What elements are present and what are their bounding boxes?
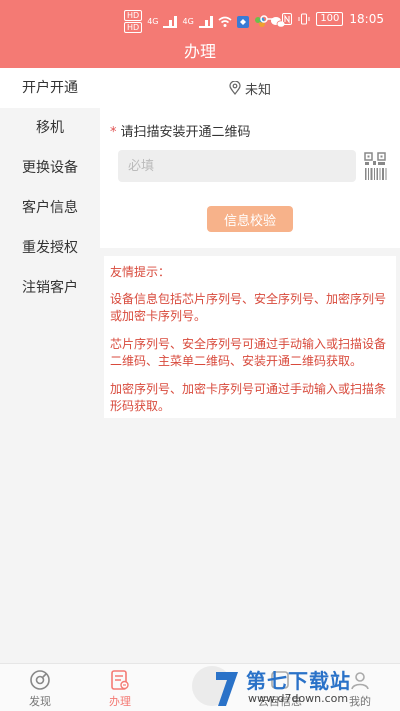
sidebar-item-customer-info[interactable]: 客户信息 [0, 188, 100, 228]
hd-badge: HD [124, 10, 143, 21]
info-icon [271, 671, 289, 689]
document-edit-icon [111, 670, 129, 690]
sidebar-item-cancel-customer[interactable]: 注销客户 [0, 268, 100, 308]
tab-cloud-info[interactable]: 云目信息 [240, 664, 320, 711]
tab-discover[interactable]: 发现 [0, 664, 80, 711]
tab-mine[interactable]: 我的 [320, 664, 400, 711]
nfc-icon [282, 13, 293, 25]
sidebar-item-relocate[interactable]: 移机 [0, 108, 100, 148]
tips-title: 友情提示： [110, 265, 171, 279]
location-text: 未知 [244, 82, 271, 98]
sidebar-item-replace-device[interactable]: 更换设备 [0, 148, 100, 188]
scan-qr-button[interactable] [364, 152, 390, 182]
key-icon [260, 15, 276, 23]
scan-form: *请扫描安装开通二维码 信息校验 [100, 108, 400, 248]
clock: 18:05 [349, 12, 384, 26]
vibrate-icon [298, 13, 310, 25]
tab-handle[interactable]: 办理 [80, 664, 160, 711]
tab-label: 办理 [109, 695, 131, 708]
qr-barcode-icon [364, 152, 387, 180]
scan-label-text: 请扫描安装开通二维码 [120, 125, 251, 140]
signal-icon [163, 15, 178, 28]
sidebar-item-resend-auth[interactable]: 重发授权 [0, 228, 100, 268]
battery-indicator: 100 [316, 12, 344, 26]
hd-badge: HD [124, 22, 143, 33]
tab-label: 我的 [349, 695, 371, 708]
main-content: 未知 * 请扫描安装开通二维码 必填 信息校验 友情提示： 设备信息包括芯片序列… [100, 68, 400, 663]
tip-line: 芯片序列号、安全序列号可通过手动输入或扫描设备二维码、主菜单二维码、安装开通二维… [110, 337, 387, 368]
sidebar: 开户开通 移机 更换设备 客户信息 重发授权 注销客户 [0, 68, 100, 663]
tip-line: 设备信息包括芯片序列号、安全序列号、加密序列号或加密卡序列号。 [110, 292, 387, 323]
status-right: 100 18:05 [260, 12, 384, 26]
location-pin-icon [229, 81, 241, 95]
sidebar-item-open-account[interactable]: 开户开通 [0, 68, 100, 108]
tab-label: 发现 [29, 695, 51, 708]
wifi-icon [218, 16, 232, 27]
tips-panel: 友情提示： 设备信息包括芯片序列号、安全序列号、加密序列号或加密卡序列号。 芯片… [104, 256, 396, 418]
tip-line: 加密序列号、加密卡序列号可通过手动输入或扫描条形码获取。 [110, 382, 387, 413]
network-type: 4G [182, 17, 194, 26]
location-bar[interactable]: 未知 [100, 68, 400, 108]
page-title: 办理 [0, 38, 400, 68]
bottom-tab-bar: 发现 办理 云目信息 我的 [0, 663, 400, 711]
verify-info-button[interactable]: 信息校验 [207, 206, 293, 232]
tab-label: 云目信息 [258, 695, 302, 708]
scan-label: * 请扫描安装开通二维码 [110, 121, 251, 140]
network-type: 4G [147, 17, 159, 26]
status-bar: HD HD 4G 4G 100 18:05 [0, 0, 400, 38]
qr-code-input[interactable] [118, 150, 356, 182]
app-notification-icon [236, 15, 249, 28]
compass-icon [30, 670, 50, 690]
user-icon [351, 672, 369, 690]
signal-icon [198, 15, 213, 28]
required-mark: * [110, 125, 117, 140]
